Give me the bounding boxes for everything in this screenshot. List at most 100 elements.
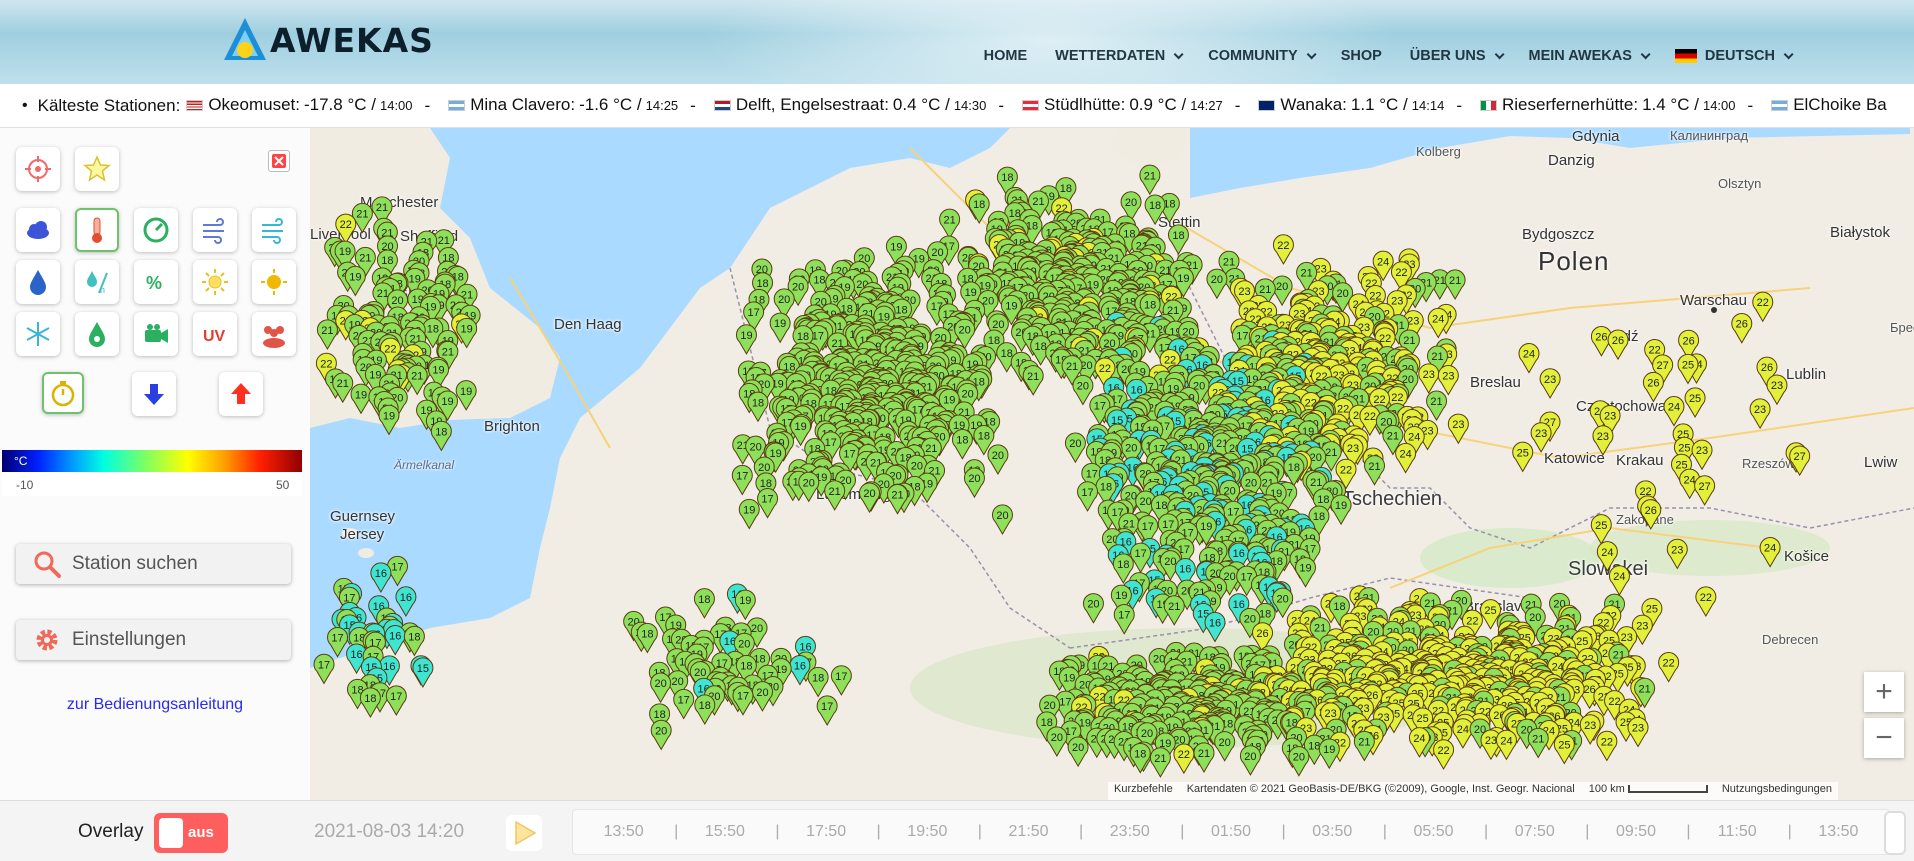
- station-marker[interactable]: 18: [1283, 456, 1305, 487]
- ticker-station[interactable]: Mina Clavero: -1.6 °C /14:25: [442, 95, 678, 115]
- station-marker[interactable]: 19: [734, 589, 756, 621]
- station-marker[interactable]: 26: [1640, 499, 1662, 530]
- station-marker[interactable]: 22: [1695, 586, 1717, 617]
- station-marker[interactable]: 22: [1173, 743, 1195, 775]
- station-marker[interactable]: 17: [673, 688, 695, 720]
- timeline-tick[interactable]: 23:50: [1079, 823, 1185, 841]
- station-marker[interactable]: 27: [1789, 445, 1811, 477]
- station-marker[interactable]: 18: [807, 666, 829, 698]
- station-marker[interactable]: 19: [456, 317, 478, 349]
- timeline-handle[interactable]: [1884, 811, 1906, 855]
- layer-rain-rate-button[interactable]: h: [75, 260, 119, 304]
- timeline-tick[interactable]: 21:50: [978, 823, 1084, 841]
- station-marker[interactable]: 19: [378, 404, 400, 436]
- station-marker[interactable]: 21: [1527, 727, 1549, 759]
- station-marker[interactable]: 23: [1437, 364, 1459, 396]
- station-marker[interactable]: 18: [403, 625, 425, 657]
- station-marker[interactable]: 19: [735, 324, 757, 355]
- station-marker[interactable]: 16: [370, 562, 392, 594]
- station-marker[interactable]: 17: [731, 464, 753, 496]
- nav-shop[interactable]: SHOP: [1327, 44, 1396, 68]
- layer-pressure-gauge-button[interactable]: [134, 208, 178, 252]
- weather-map[interactable]: PolenTschechienSlowakeiDen HaagGdyniaDan…: [310, 128, 1914, 800]
- ticker-station[interactable]: Delft, Engelsestraat: 0.4 °C /14:30: [708, 95, 986, 115]
- station-marker[interactable]: 19: [344, 265, 366, 297]
- station-marker[interactable]: 23: [1666, 538, 1688, 570]
- ticker-station[interactable]: Stüdlhütte: 0.9 °C /14:27: [1016, 95, 1223, 115]
- station-marker[interactable]: 24: [1596, 541, 1618, 572]
- layer-webcam-button[interactable]: [134, 312, 178, 356]
- station-marker[interactable]: 21: [1163, 595, 1185, 626]
- station-marker[interactable]: 23: [1627, 716, 1649, 748]
- nav-über-uns[interactable]: ÜBER UNS: [1396, 44, 1515, 68]
- ticker-station[interactable]: Okeomuset: -17.8 °C /14:00: [180, 95, 413, 115]
- station-marker[interactable]: 19: [1330, 494, 1352, 526]
- station-marker[interactable]: 20: [650, 719, 672, 751]
- zoom-out-button[interactable]: −: [1864, 718, 1904, 758]
- nav-mein-awekas[interactable]: MEIN AWEKAS: [1515, 44, 1661, 68]
- keyboard-shortcuts-link[interactable]: Kurzbefehle: [1114, 783, 1173, 799]
- station-marker[interactable]: 21: [1193, 742, 1215, 773]
- station-marker[interactable]: 17: [816, 695, 838, 727]
- layer-wind-button[interactable]: [193, 208, 237, 252]
- station-marker[interactable]: 21: [1022, 365, 1044, 396]
- station-marker[interactable]: 19: [1295, 557, 1316, 588]
- station-marker[interactable]: 23: [1530, 422, 1552, 453]
- station-marker[interactable]: 22: [1658, 652, 1680, 683]
- station-marker[interactable]: 18: [1144, 194, 1166, 226]
- layer-community-button[interactable]: [252, 312, 296, 356]
- station-marker[interactable]: 17: [830, 665, 852, 696]
- ticker-station[interactable]: Rieserfernerhütte: 1.4 °C /14:00: [1474, 95, 1736, 115]
- timeline-tick[interactable]: 17:50: [775, 823, 881, 841]
- station-marker[interactable]: 17: [1113, 604, 1135, 635]
- layer-humidity-button[interactable]: %: [134, 260, 178, 304]
- station-marker[interactable]: 21: [316, 319, 338, 350]
- station-marker[interactable]: 24: [1518, 343, 1540, 374]
- settings-button[interactable]: Einstellungen: [16, 620, 291, 660]
- nav-wetterdaten[interactable]: WETTERDATEN: [1041, 44, 1194, 68]
- station-marker[interactable]: 20: [1272, 587, 1294, 619]
- timeline-tick[interactable]: 13:50: [1788, 823, 1889, 841]
- layer-sun-radiation-button[interactable]: [252, 260, 296, 304]
- station-marker[interactable]: 20: [859, 482, 881, 514]
- layer-rain-drop-button[interactable]: [16, 260, 60, 304]
- station-marker[interactable]: 18: [1129, 742, 1151, 774]
- minimum-value-button[interactable]: [132, 372, 176, 416]
- maximum-value-button[interactable]: [219, 372, 263, 416]
- ticker-station[interactable]: Wanaka: 1.1 °C /14:14: [1252, 95, 1444, 115]
- station-marker[interactable]: 22: [1272, 234, 1294, 265]
- station-marker[interactable]: 24: [1759, 537, 1781, 568]
- station-marker[interactable]: 24: [1495, 729, 1517, 761]
- timeline-tick[interactable]: 11:50: [1687, 823, 1792, 841]
- station-marker[interactable]: 23: [1539, 368, 1561, 399]
- station-marker[interactable]: 20: [1214, 731, 1236, 762]
- station-marker[interactable]: 17: [1130, 542, 1152, 574]
- station-marker[interactable]: 17: [757, 488, 779, 519]
- close-sidebar-button[interactable]: [268, 150, 290, 172]
- station-marker[interactable]: 23: [1418, 363, 1440, 394]
- station-marker[interactable]: 20: [1239, 745, 1261, 776]
- station-marker[interactable]: 17: [313, 653, 335, 685]
- station-marker[interactable]: 15: [412, 657, 434, 688]
- station-marker[interactable]: 21: [824, 480, 846, 511]
- layer-sun-button[interactable]: [193, 260, 237, 304]
- station-marker[interactable]: 20: [987, 444, 1009, 475]
- station-marker[interactable]: 21: [1364, 455, 1386, 486]
- station-marker[interactable]: 20: [1072, 374, 1094, 406]
- play-button[interactable]: [506, 815, 542, 851]
- timeline-tick[interactable]: 05:50: [1383, 823, 1488, 841]
- locate-button[interactable]: [16, 147, 60, 191]
- timeline-tick[interactable]: 07:50: [1484, 823, 1590, 841]
- station-marker[interactable]: 19: [769, 312, 791, 344]
- station-marker[interactable]: 20: [751, 681, 773, 712]
- station-marker[interactable]: 23: [1766, 374, 1788, 406]
- favorites-button[interactable]: [75, 147, 119, 191]
- station-search-button[interactable]: Station suchen: [16, 544, 291, 584]
- awekas-logo[interactable]: AWEKAS: [222, 16, 434, 64]
- station-marker[interactable]: 26: [1607, 329, 1629, 361]
- station-marker[interactable]: 21: [1444, 269, 1466, 301]
- station-marker[interactable]: 24: [1395, 442, 1417, 474]
- station-marker[interactable]: 20: [1046, 726, 1068, 757]
- station-marker[interactable]: 17: [732, 685, 754, 716]
- zoom-in-button[interactable]: +: [1864, 672, 1904, 712]
